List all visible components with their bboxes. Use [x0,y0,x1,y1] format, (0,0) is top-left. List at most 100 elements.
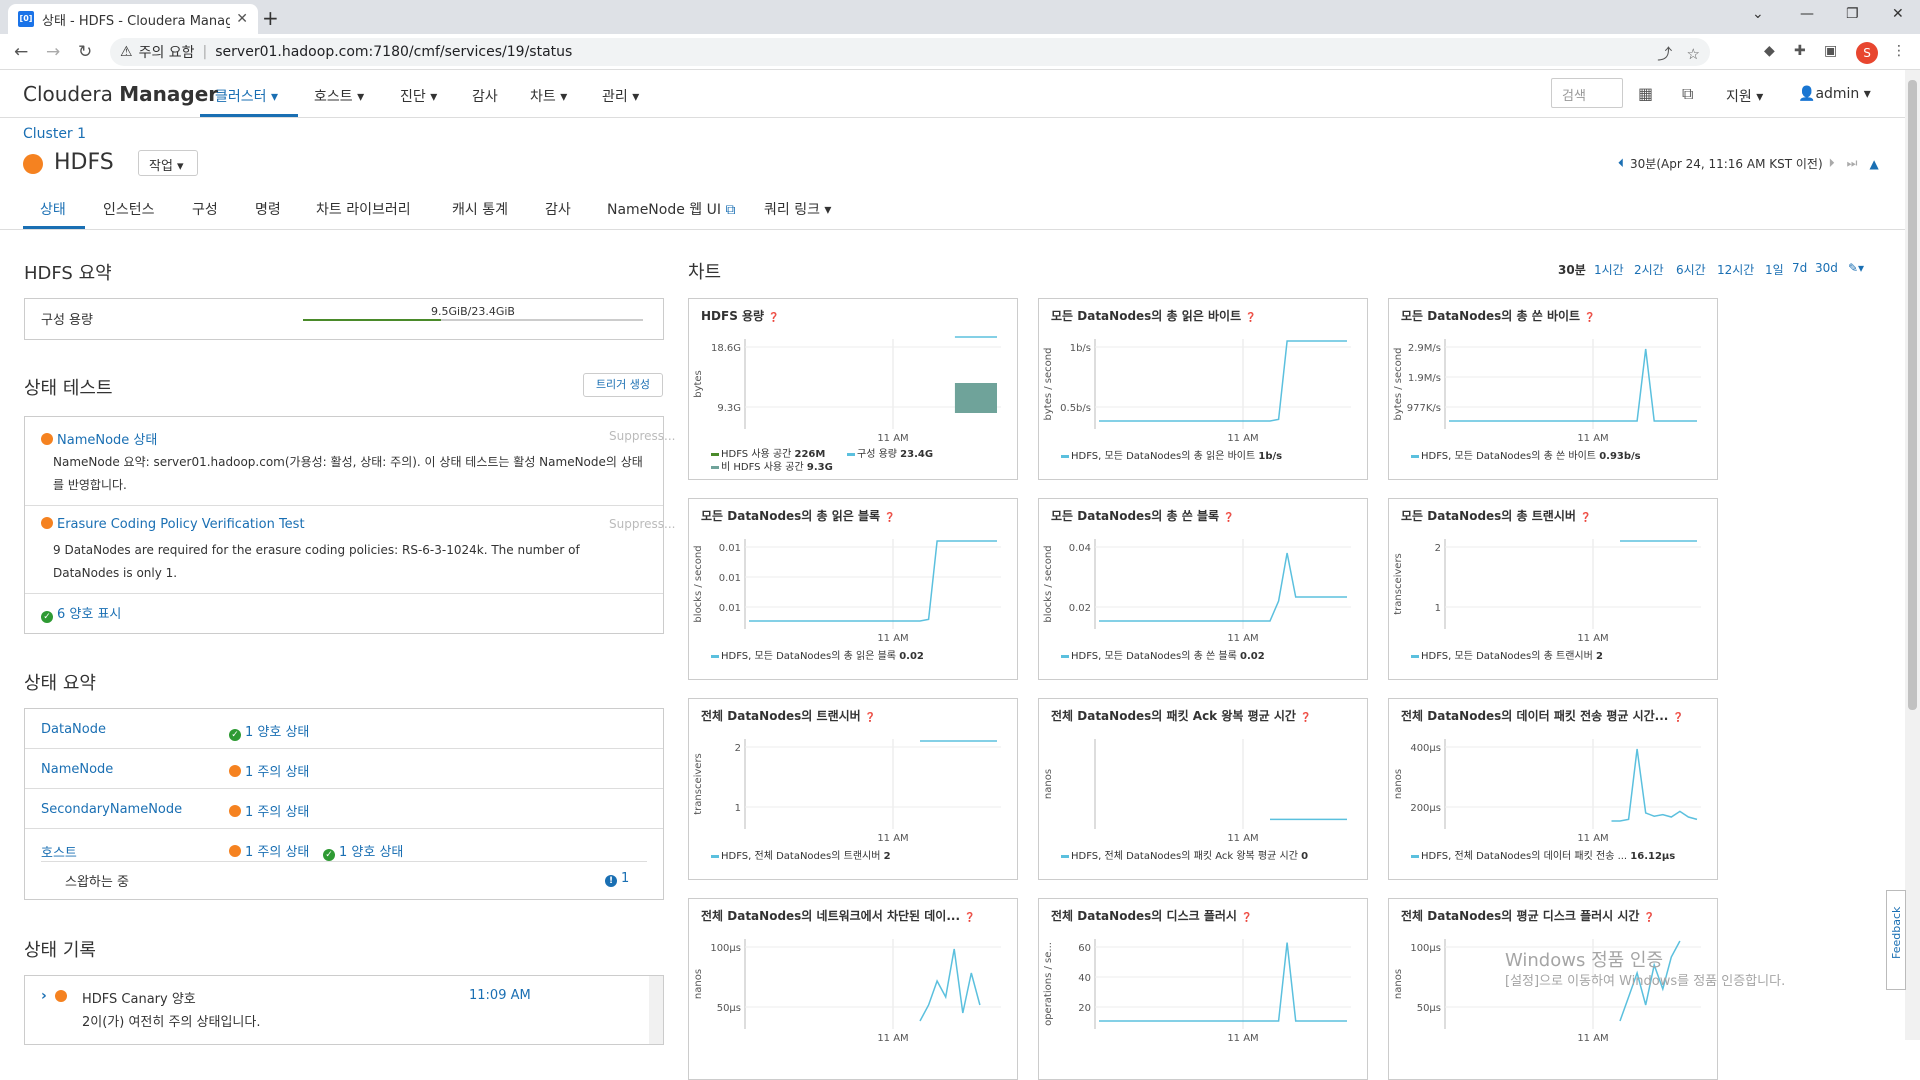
nav-active-indicator [200,114,298,117]
tab-commands[interactable]: 명령 [255,199,281,219]
nav-administration[interactable]: 관리 ▾ [602,86,639,106]
chart-card[interactable]: 모든 DataNodes의 총 쓴 바이트 ❓ bytes / second 2.9… [1388,298,1718,480]
status-row-value[interactable]: 1 주의 상태 [229,841,309,860]
extension-icon[interactable]: ◆ [1764,43,1775,59]
profile-avatar[interactable]: S [1856,42,1878,64]
swapping-count[interactable]: ! 1 [605,871,629,887]
time-forward-icon[interactable]: ⏵ [1829,156,1835,171]
side-panel-icon[interactable]: ▣ [1824,43,1837,59]
chart-card[interactable]: 모든 DataNodes의 총 쓴 블록 ❓ blocks / second 0.0… [1038,498,1368,680]
url-separator: | [202,44,208,60]
x-tick-label: 11 AM [1227,433,1258,444]
time-range-option[interactable]: 7d [1792,261,1807,275]
status-row-label[interactable]: SecondaryNameNode [41,802,182,817]
chart-card[interactable]: 모든 DataNodes의 총 트랜시버 ❓ transceivers 2 1 11 A… [1388,498,1718,680]
external-link-icon: ⧉ [725,202,736,218]
y-axis-label: operations / se... [1043,942,1054,1026]
tab-search-icon[interactable]: ⌄ [1752,6,1764,22]
health-test-name[interactable]: NameNode 상태 [57,433,157,448]
tab-status[interactable]: 상태 [40,199,66,219]
status-row-value[interactable]: ✓ 1 양호 상태 [229,721,309,741]
user-menu[interactable]: 👤admin ▾ [1798,86,1871,102]
expand-chevron-icon[interactable]: › [41,988,47,1004]
y-axis-label: transceivers [1393,553,1404,615]
y-tick-label: 1 [735,803,741,814]
close-tab-icon[interactable]: ✕ [236,11,248,27]
health-test-name[interactable]: Erasure Coding Policy Verification Test [57,517,305,532]
edit-pencil-icon[interactable]: ✎▾ [1848,261,1864,275]
support-menu[interactable]: 지원 ▾ [1726,86,1763,106]
back-icon[interactable]: ← [14,42,28,62]
suppress-link[interactable]: Suppress... [609,429,675,443]
search-input[interactable]: 검색 [1551,78,1623,108]
time-now-icon[interactable]: ⏭ [1847,156,1858,171]
tab-namenode-web-ui[interactable]: NameNode 웹 UI ⧉ [607,199,735,219]
chart-card[interactable]: HDFS 용량 ❓ bytes 18.6G 9.3G 11 AM HDFS 사용 공간 2… [688,298,1018,480]
chart-card[interactable]: 전체 DataNodes의 트랜시버 ❓ transceivers 2 1 11 AM H… [688,698,1018,880]
show-good-link[interactable]: ✓ 6 양호 표시 [41,603,121,623]
chart-card[interactable]: 전체 DataNodes의 네트워크에서 차단된 데이... ❓ nanos 100… [688,898,1018,1080]
status-row-label[interactable]: DataNode [41,722,106,737]
tab-quick-links[interactable]: 쿼리 링크 ▾ [764,199,831,219]
running-commands-icon[interactable]: ⧉ [1682,84,1693,104]
url-field[interactable]: ⚠ 주의 요함 | server01.hadoop.com:7180/cmf/s… [110,38,1710,66]
legend-value: 1b/s [1258,451,1282,462]
time-range-option[interactable]: 30분 [1558,261,1586,278]
browser-menu-icon[interactable]: ⋮ [1892,43,1906,59]
tab-configuration[interactable]: 구성 [192,199,218,219]
legend-value: 0.02 [899,651,924,662]
breadcrumb-cluster[interactable]: Cluster 1 [23,126,86,142]
status-row-value[interactable]: 1 주의 상태 [229,801,309,820]
logo-light-text: Cloudera [23,82,113,106]
history-item-time[interactable]: 11:09 AM [469,988,531,1003]
time-range-option[interactable]: 6시간 [1676,261,1706,278]
create-trigger-button[interactable]: 트리거 생성 [583,373,663,397]
suppress-link[interactable]: Suppress... [609,517,675,531]
actions-button[interactable]: 작업 ▾ [138,150,198,176]
x-tick-label: 11 AM [1227,833,1258,844]
briefcase-icon[interactable]: ▦ [1638,84,1653,103]
time-range-option[interactable]: 2시간 [1634,261,1664,278]
chart-card[interactable]: 모든 DataNodes의 총 읽은 블록 ❓ blocks / second 0.… [688,498,1018,680]
chart-card[interactable]: 전체 DataNodes의 평균 디스크 플러시 시간 ❓ nanos 100μs 5… [1388,898,1718,1080]
status-row-value[interactable]: 1 주의 상태 [229,761,309,780]
time-range-option[interactable]: 1시간 [1594,261,1624,278]
status-row-value-2[interactable]: ✓ 1 양호 상태 [323,841,403,861]
time-range-option[interactable]: 12시간 [1717,261,1754,278]
time-range-option[interactable]: 1일 [1765,261,1784,278]
warning-icon: ⚠ [120,44,133,60]
nav-diagnostics[interactable]: 진단 ▾ [400,86,437,106]
status-row-label[interactable]: 호스트 [41,842,77,861]
legend-label: HDFS, 모든 DataNodes의 총 쓴 바이트 0.93b/s [1421,450,1641,462]
chart-toggle-icon[interactable]: ▲ [1869,157,1878,171]
minimize-icon[interactable]: — [1800,6,1814,22]
nav-hosts[interactable]: 호스트 ▾ [314,86,364,106]
browser-tab[interactable]: [0] 상태 - HDFS - Cloudera Manag ✕ [8,4,258,34]
legend-value: 2 [1596,651,1603,662]
chart-card[interactable]: 전체 DataNodes의 패킷 Ack 왕복 평균 시간 ❓ nanos 11 A… [1038,698,1368,880]
nav-audits[interactable]: 감사 [472,86,498,106]
status-row-label[interactable]: NameNode [41,762,113,777]
time-range-label[interactable]: 30분(Apr 24, 11:16 AM KST 이전) [1630,155,1823,172]
chart-card[interactable]: 모든 DataNodes의 총 읽은 바이트 ❓ bytes / second 1b… [1038,298,1368,480]
chart-card[interactable]: 전체 DataNodes의 데이터 패킷 전송 평균 시간... ❓ nanos 4… [1388,698,1718,880]
maximize-icon[interactable]: ❐ [1846,6,1859,22]
forward-icon[interactable]: → [46,42,60,62]
time-range-option[interactable]: 30d [1815,261,1838,275]
nav-clusters[interactable]: 클러스터 ▾ [215,86,278,106]
close-window-icon[interactable]: ✕ [1892,6,1904,22]
tab-chart-library[interactable]: 차트 라이브러리 [316,199,411,219]
tab-instances[interactable]: 인스턴스 [103,199,155,219]
cloudera-manager-logo[interactable]: Cloudera Manager [23,82,218,106]
time-back-icon[interactable]: ⏴ [1618,156,1624,171]
feedback-tab[interactable]: Feedback [1886,890,1906,990]
chart-card[interactable]: 전체 DataNodes의 디스크 플러시 ❓ operations / se..… [1038,898,1368,1080]
tab-audits[interactable]: 감사 [545,199,571,219]
nav-charts[interactable]: 차트 ▾ [530,86,567,106]
page-scrollbar-thumb[interactable] [1908,80,1917,710]
history-scrollbar[interactable] [649,976,663,1044]
reload-icon[interactable]: ↻ [78,42,92,62]
puzzle-extensions-icon[interactable]: ✚ [1794,43,1806,59]
tab-cache-stats[interactable]: 캐시 통계 [452,199,508,219]
new-tab-icon[interactable]: + [262,6,279,30]
